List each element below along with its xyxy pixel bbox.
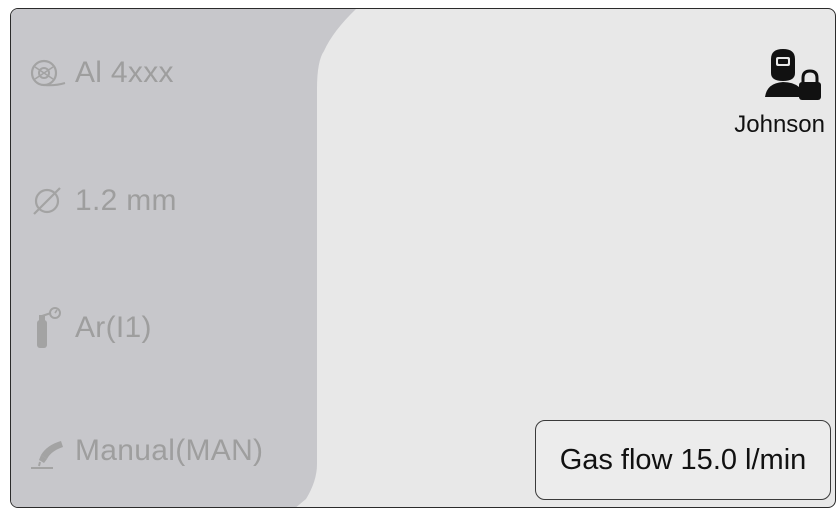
sidebar-item-wire-material[interactable]: Al 4xxx [25, 51, 174, 95]
wire-spool-icon [25, 51, 69, 95]
welder-locked-icon [763, 45, 823, 105]
user-login[interactable]: Johnson [734, 45, 825, 139]
welding-torch-icon [25, 429, 69, 473]
sidebar-item-label: Manual(MAN) [75, 434, 264, 467]
sidebar-item-label: Al 4xxx [75, 56, 174, 89]
sidebar-item-wire-diameter[interactable]: 1.2 mm [25, 179, 177, 223]
diameter-icon [25, 179, 69, 223]
gas-flow-button[interactable]: Gas flow 15.0 l/min [535, 420, 831, 500]
sidebar-item-label: 1.2 mm [75, 184, 177, 217]
screen-frame: Al 4xxx 1.2 mm Ar(I1) Manual(MAN) Johnso… [10, 8, 836, 508]
sidebar: Al 4xxx 1.2 mm Ar(I1) Manual(MAN) [11, 9, 371, 507]
user-name: Johnson [734, 111, 825, 138]
gas-cylinder-icon [25, 306, 69, 350]
sidebar-item-process[interactable]: Manual(MAN) [25, 429, 263, 473]
sidebar-item-gas[interactable]: Ar(I1) [25, 306, 152, 350]
sidebar-item-label: Ar(I1) [75, 311, 152, 344]
